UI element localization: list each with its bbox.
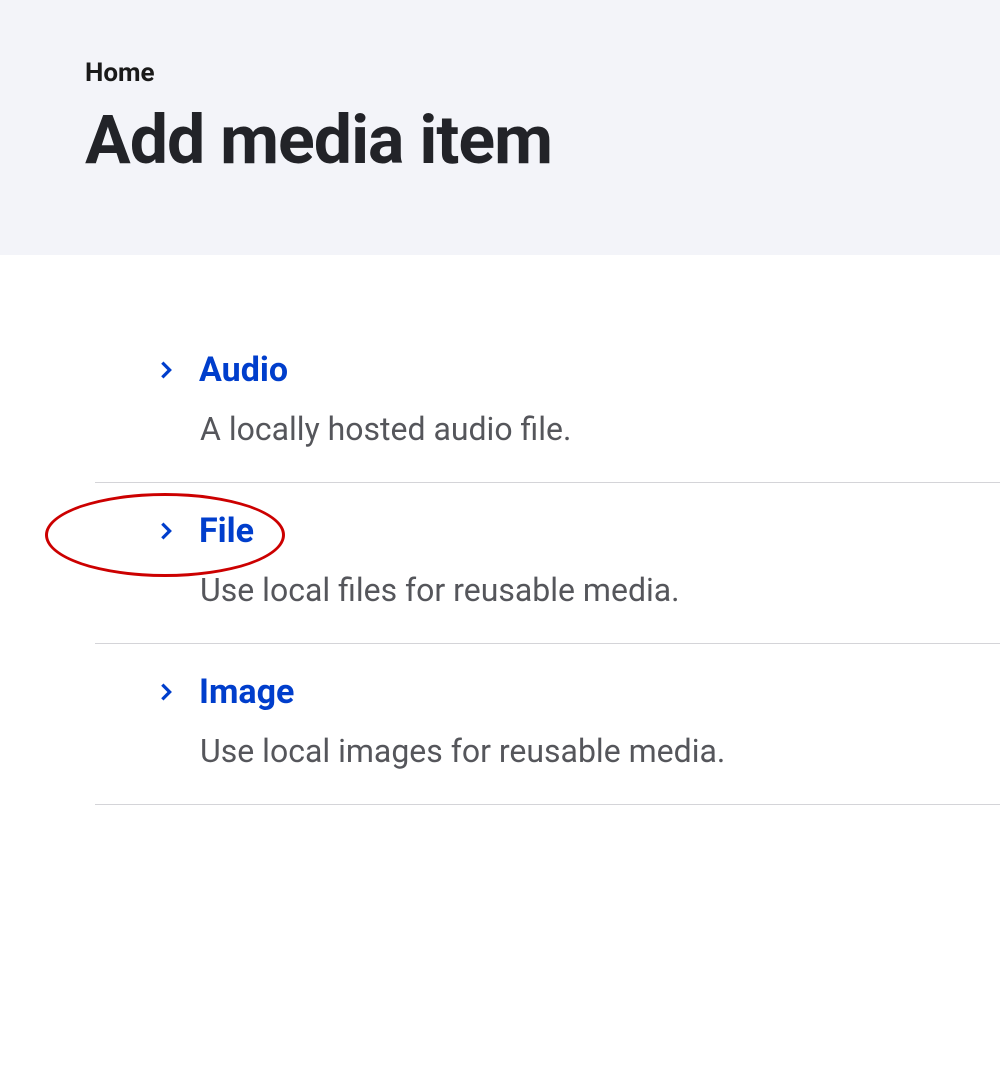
- media-item-header[interactable]: Audio: [155, 350, 1000, 390]
- page-header: Home Add media item: [0, 0, 1000, 255]
- media-item-link-file[interactable]: File: [199, 511, 254, 551]
- media-item-link-audio[interactable]: Audio: [199, 350, 288, 390]
- media-item-audio: Audio A locally hosted audio file.: [95, 350, 1000, 483]
- breadcrumb-home[interactable]: Home: [85, 58, 1000, 88]
- media-item-link-image[interactable]: Image: [199, 672, 294, 712]
- chevron-right-icon: [155, 681, 177, 703]
- media-item-file: File Use local files for reusable media.: [95, 483, 1000, 644]
- media-type-list-section: Audio A locally hosted audio file. File …: [0, 255, 1000, 805]
- media-item-header[interactable]: File: [155, 511, 1000, 551]
- media-item-header[interactable]: Image: [155, 672, 1000, 712]
- chevron-right-icon: [155, 359, 177, 381]
- media-item-description: A locally hosted audio file.: [155, 410, 1000, 448]
- media-item-description: Use local images for reusable media.: [155, 732, 1000, 770]
- media-item-image: Image Use local images for reusable medi…: [95, 644, 1000, 805]
- chevron-right-icon: [155, 520, 177, 542]
- media-item-description: Use local files for reusable media.: [155, 571, 1000, 609]
- page-title: Add media item: [85, 100, 1000, 180]
- media-type-list: Audio A locally hosted audio file. File …: [0, 350, 1000, 805]
